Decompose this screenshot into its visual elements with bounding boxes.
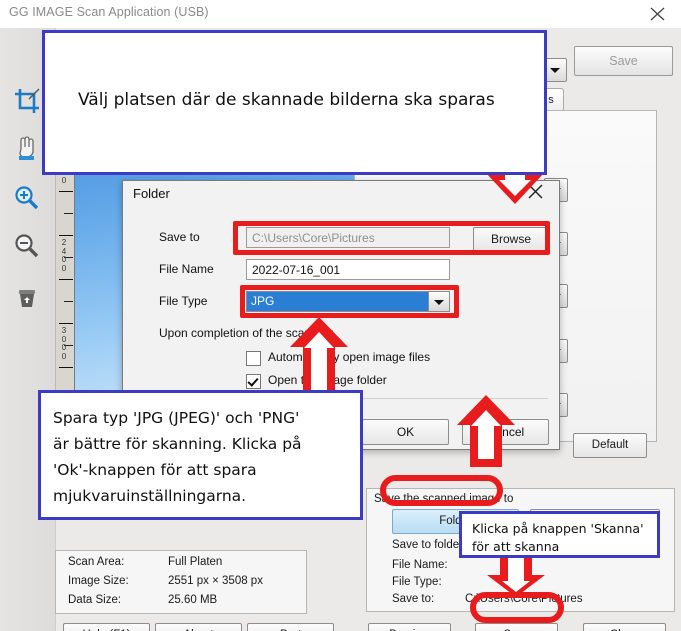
scan-info-box: Scan Area: Full Platen Image Size: 2551 … xyxy=(55,550,307,614)
image-size-label: Image Size: xyxy=(68,575,129,587)
file-type-field-label: File Type xyxy=(159,294,208,308)
zoom-out-tool-button[interactable] xyxy=(12,231,44,263)
trash-tool-button[interactable] xyxy=(12,283,44,315)
file-type-label: File Type: xyxy=(392,576,442,588)
file-name-field-label: File Name xyxy=(159,262,214,276)
annotation-scan-line-2: för att skanna xyxy=(472,539,560,554)
annotation-file-type-tip: Spara typ 'JPG (JPEG)' och 'PNG' är bätt… xyxy=(38,390,363,520)
ok-button-label: OK xyxy=(396,425,415,439)
save-to-field-label: Save to xyxy=(159,230,200,244)
scan-area-label: Scan Area: xyxy=(68,556,125,568)
annotation-line-1: Spara typ 'JPG (JPEG)' och 'PNG' xyxy=(53,409,300,427)
title-bar: GG IMAGE Scan Application (USB) xyxy=(0,0,681,29)
data-size-value: 25.60 MB xyxy=(168,594,218,606)
image-size-value: 2551 px × 3508 px xyxy=(168,575,263,587)
annotation-scan-line-1: Klicka på knappen 'Skanna' xyxy=(472,521,644,536)
annotation-scan-tip: Klicka på knappen 'Skanna' för att skann… xyxy=(459,511,660,558)
annotation-choose-location-text: Välj platsen där de skannade bilderna sk… xyxy=(78,90,495,110)
zoom-in-tool-button[interactable] xyxy=(12,183,44,215)
preview-button[interactable]: Preview xyxy=(368,623,451,631)
open-folder-checkbox[interactable] xyxy=(246,374,261,389)
highlight-folder-button xyxy=(380,475,503,506)
trash-icon xyxy=(19,290,35,307)
port-button[interactable]: Port xyxy=(247,623,334,631)
annotation-line-4: mjukvaruinställningarna. xyxy=(53,487,247,505)
data-size-label: Data Size: xyxy=(68,594,122,606)
hand-icon xyxy=(19,136,34,160)
save-to-label: Save to: xyxy=(392,593,435,605)
close-icon xyxy=(650,7,665,21)
scan-button[interactable]: Scan xyxy=(475,623,558,631)
about-button[interactable]: About xyxy=(155,623,242,631)
annotation-line-3: 'Ok'-knappen för att spara xyxy=(53,461,257,479)
close-button[interactable]: Close xyxy=(583,623,666,631)
window-title: GG IMAGE Scan Application (USB) xyxy=(9,5,209,19)
crop-tool-button[interactable] xyxy=(12,86,44,118)
file-name-label: File Name: xyxy=(392,559,448,571)
arrow-up-to-ok-cancel xyxy=(457,395,515,467)
auto-open-checkbox[interactable] xyxy=(246,351,261,366)
crop-icon xyxy=(15,88,40,113)
arrow-down-to-scan xyxy=(487,553,545,597)
annotation-scan-tip-text: Klicka på knappen 'Skanna' för att skann… xyxy=(472,520,644,556)
zoom-in-icon xyxy=(15,186,39,210)
folder-dialog-title: Folder xyxy=(133,186,170,201)
help-button[interactable]: Help (F1) xyxy=(63,623,150,631)
highlight-save-to-row xyxy=(233,221,550,255)
default-button[interactable]: Default xyxy=(573,433,647,458)
scan-area-value: Full Platen xyxy=(168,556,223,568)
window-close-button[interactable] xyxy=(635,0,681,27)
dialog-ok-button[interactable]: OK xyxy=(362,419,449,445)
ruler-label: 2400 xyxy=(61,238,67,273)
save-settings-button[interactable]: Save xyxy=(574,46,673,76)
ruler-label: 3000 xyxy=(61,326,67,361)
arrow-up-to-file-type xyxy=(290,317,348,398)
annotation-line-2: är bättre för skanning. Klicka på xyxy=(53,435,302,453)
annotation-choose-location: Välj platsen där de skannade bilderna sk… xyxy=(42,30,547,175)
hand-tool-button[interactable] xyxy=(12,133,44,165)
zoom-out-icon xyxy=(15,234,39,258)
highlight-file-type xyxy=(240,285,459,318)
annotation-file-type-tip-text: Spara typ 'JPG (JPEG)' och 'PNG' är bätt… xyxy=(53,405,358,509)
app-window: GG IMAGE Scan Application (USB) 0 2 4 0 … xyxy=(0,0,681,631)
file-name-input[interactable]: 2022-07-16_001 xyxy=(246,259,450,280)
save-to-folder-label: Save to folder xyxy=(392,539,463,551)
